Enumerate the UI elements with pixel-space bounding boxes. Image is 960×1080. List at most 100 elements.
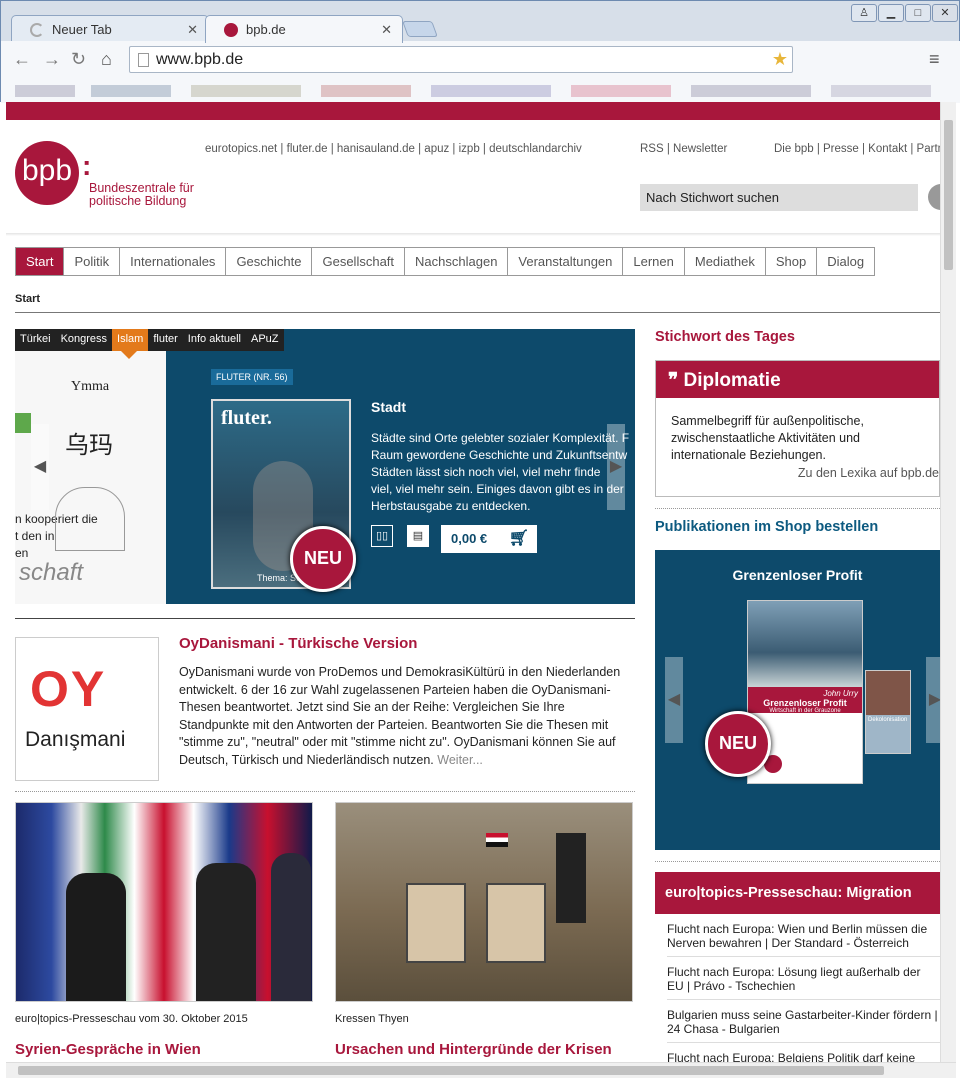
shop-next-arrow[interactable]: ▶ — [926, 657, 940, 743]
presseschau-item[interactable]: Bulgarien muss seine Gastarbeiter-Kinder… — [667, 1000, 940, 1043]
article-text-line: OyDanismani wurde von ProDemos und Demok… — [179, 665, 621, 679]
close-window-button[interactable]: ✕ — [932, 4, 958, 22]
pdf-icon[interactable]: ▤ — [407, 525, 429, 547]
teaser-title[interactable]: Ursachen und Hintergründe der Krisen — [335, 1041, 612, 1058]
presseschau-item[interactable]: Flucht nach Europa: Lösung liegt außerha… — [667, 957, 940, 1000]
nav-item-gesellschaft[interactable]: Gesellschaft — [312, 247, 406, 276]
nav-item-veranstaltungen[interactable]: Veranstaltungen — [508, 247, 624, 276]
book2-image — [866, 671, 910, 715]
teaser-image-crisis[interactable] — [335, 802, 633, 1002]
cover-subtitle: Thema: St — [257, 573, 299, 583]
presseschau-item[interactable]: Flucht nach Europa: Wien und Berlin müss… — [667, 914, 940, 957]
section-divider — [15, 618, 635, 619]
close-tab-icon[interactable]: ✕ — [187, 22, 198, 38]
maximize-button[interactable]: □ — [905, 4, 931, 22]
new-tab-button[interactable] — [402, 21, 438, 37]
fluter-badge: FLUTER (NR. 56) — [211, 369, 293, 385]
bpb-logo[interactable]: bpb — [15, 141, 79, 205]
teaser-image-syria-talks[interactable] — [15, 802, 313, 1002]
partner-links[interactable]: eurotopics.net | fluter.de | hanisauland… — [205, 143, 582, 155]
search-input[interactable]: Nach Stichwort suchen — [640, 184, 918, 211]
bookmark-item[interactable] — [831, 85, 931, 97]
shop-title[interactable]: Grenzenloser Profit — [655, 567, 940, 583]
cover-title: fluter. — [221, 407, 272, 429]
menu-icon[interactable]: ≡ — [929, 50, 940, 68]
tab-title: Neuer Tab — [52, 22, 112, 37]
slider-tab-tuerkei[interactable]: Türkei — [15, 329, 56, 351]
read-more-link[interactable]: Weiter... — [437, 753, 483, 767]
slide-title[interactable]: Stadt — [371, 399, 406, 415]
meta-links[interactable]: Die bpb | Presse | Kontakt | Partn — [774, 143, 940, 155]
slider-tabs: Türkei Kongress Islam fluter Info aktuel… — [15, 329, 284, 351]
poster — [486, 883, 546, 963]
nav-item-nachschlagen[interactable]: Nachschlagen — [405, 247, 509, 276]
forward-icon[interactable]: → — [43, 50, 61, 68]
quote-icon: ❞ — [668, 370, 684, 391]
price-button[interactable]: 0,00 € 🛒︎ — [441, 525, 537, 553]
nav-item-shop[interactable]: Shop — [765, 247, 818, 276]
reload-icon[interactable]: ↻ — [71, 50, 86, 68]
teaser-slider: Ymma 乌玛 n kooperiert die t den in en sch… — [15, 329, 635, 604]
word-of-day-title[interactable]: Diplomatie — [684, 370, 781, 391]
slide-text-line: Städte sind Orte gelebter sozialer Kompl… — [371, 431, 630, 445]
bookmark-item[interactable] — [691, 85, 811, 97]
bookmark-item[interactable] — [431, 85, 551, 97]
presseschau-item[interactable]: Flucht nach Europa: Belgiens Politik dar… — [667, 1043, 940, 1062]
bookmark-star-icon[interactable]: ★ — [772, 49, 788, 70]
close-tab-icon[interactable]: ✕ — [381, 22, 392, 38]
slider-tab-apuz[interactable]: APuZ — [246, 329, 284, 351]
horizontal-scrollbar[interactable] — [6, 1062, 956, 1078]
dotted-divider — [655, 508, 940, 509]
nav-item-internationales[interactable]: Internationales — [120, 247, 227, 276]
tab-title: bpb.de — [246, 22, 286, 37]
tab-bpb[interactable]: bpb.de ✕ — [205, 15, 403, 43]
tab-new[interactable]: Neuer Tab ✕ — [11, 15, 209, 43]
book-cover-dekolonisation[interactable]: Dekolonisation — [865, 670, 911, 754]
nav-item-politik[interactable]: Politik — [64, 247, 121, 276]
article-title[interactable]: OyDanismani - Türkische Version — [179, 635, 417, 652]
presseschau-heading[interactable]: euro|topics-Presseschau: Migration — [655, 872, 940, 914]
home-icon[interactable]: ⌂ — [101, 50, 112, 68]
bookmark-item[interactable] — [571, 85, 671, 97]
bookmark-item[interactable] — [191, 85, 301, 97]
article-text-line: "stimme zu", "neutral" oder mit "stimme … — [179, 735, 616, 749]
slider-tab-islam[interactable]: Islam — [112, 329, 149, 351]
bookmarks-bar — [1, 77, 960, 103]
bookmark-item[interactable] — [91, 85, 171, 97]
slider-tab-fluter[interactable]: fluter — [148, 329, 182, 351]
vertical-scrollbar[interactable] — [940, 102, 956, 1062]
shop-heading[interactable]: Publikationen im Shop bestellen — [655, 519, 878, 535]
teaser-caption: Kressen Thyen — [335, 1013, 409, 1025]
header-divider — [6, 233, 940, 236]
slider-tab-kongress[interactable]: Kongress — [56, 329, 112, 351]
scrollbar-thumb[interactable] — [18, 1066, 884, 1075]
bookmark-item[interactable] — [15, 85, 75, 97]
nav-item-start[interactable]: Start — [15, 247, 65, 276]
scrollbar-thumb[interactable] — [944, 120, 953, 270]
back-icon[interactable]: ← — [13, 50, 31, 68]
book-icon[interactable]: ▯▯ — [371, 525, 393, 547]
active-tab-pointer — [121, 351, 137, 359]
slider-next-arrow[interactable]: ▶ — [607, 424, 625, 510]
user-icon[interactable]: ♙ — [851, 4, 877, 22]
nav-item-geschichte[interactable]: Geschichte — [226, 247, 313, 276]
feed-links[interactable]: RSS | Newsletter — [640, 143, 727, 155]
search-icon[interactable] — [928, 184, 940, 210]
minimize-button[interactable]: ▁ — [878, 4, 904, 22]
page-icon — [138, 53, 149, 67]
nav-item-dialog[interactable]: Dialog — [817, 247, 876, 276]
cart-icon: 🛒︎ — [508, 530, 529, 547]
article-text-line: Thesen beantwortet. Jetzt sind Sie an de… — [179, 700, 565, 714]
slider-tab-info-aktuell[interactable]: Info aktuell — [183, 329, 246, 351]
person-figure — [196, 863, 256, 1001]
nav-item-mediathek[interactable]: Mediathek — [684, 247, 766, 276]
shop-prev-arrow[interactable]: ◀ — [665, 657, 683, 743]
slider-prev-arrow[interactable]: ◀ — [31, 424, 49, 510]
bookmark-item[interactable] — [321, 85, 411, 97]
dotted-divider — [655, 861, 940, 862]
oydanismani-logo[interactable]: OY Danışmani — [15, 637, 159, 781]
nav-item-lernen[interactable]: Lernen — [623, 247, 685, 276]
address-bar[interactable]: www.bpb.de ★ — [129, 46, 793, 73]
teaser-title[interactable]: Syrien-Gespräche in Wien — [15, 1041, 201, 1058]
lexika-link[interactable]: Zu den Lexika auf bpb.de — [798, 466, 939, 480]
